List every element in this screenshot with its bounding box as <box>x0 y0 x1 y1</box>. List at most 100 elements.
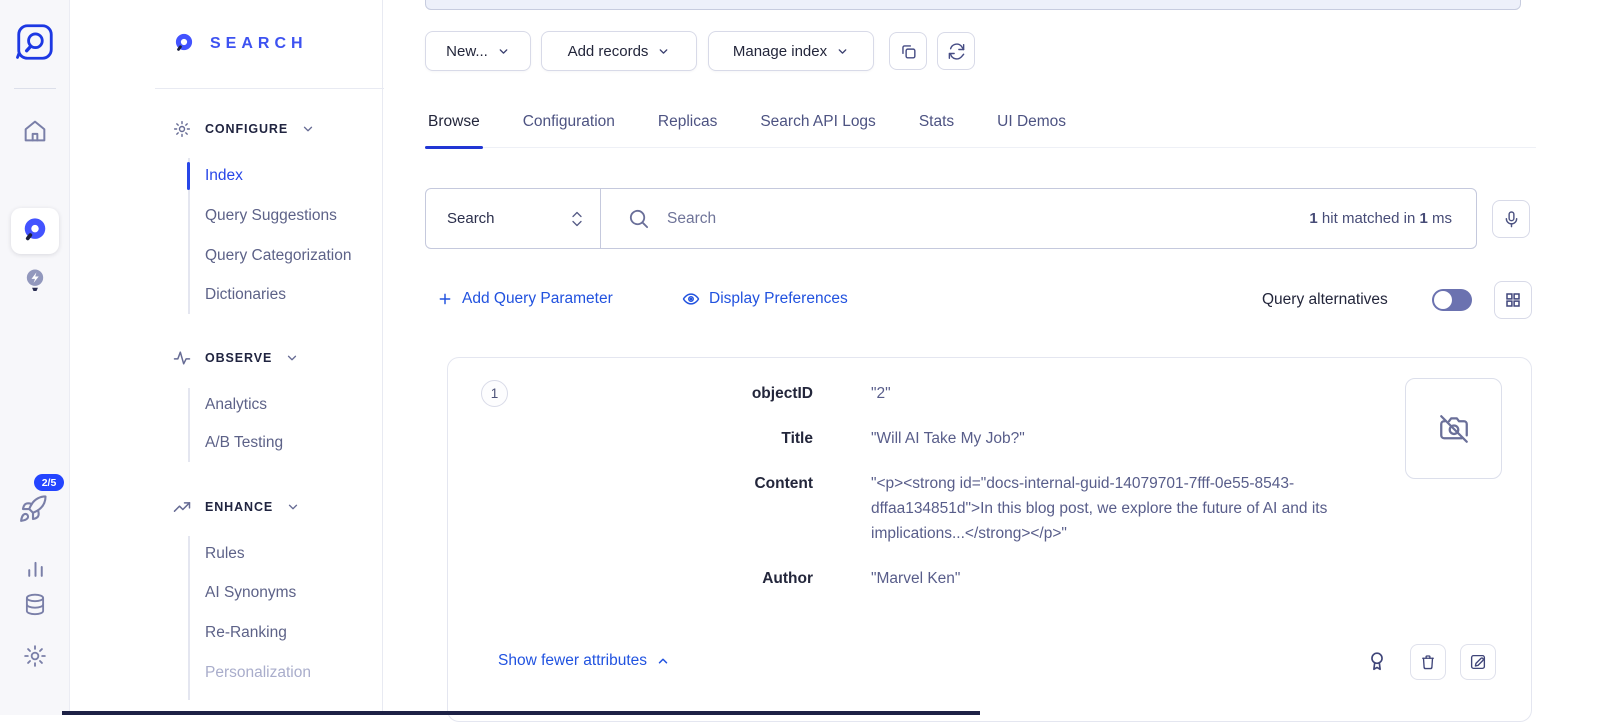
attribute-value: "<p><strong id="docs-internal-guid-14079… <box>871 471 1406 546</box>
time-unit: ms <box>1428 210 1452 227</box>
award-ribbon-icon[interactable] <box>1366 650 1388 672</box>
group-rule <box>188 388 190 462</box>
add-records-label: Add records <box>568 43 649 60</box>
search-input[interactable] <box>667 210 1292 228</box>
refresh-button[interactable] <box>937 32 975 70</box>
rail-search-active-item[interactable] <box>11 208 59 254</box>
new-button-label: New... <box>446 43 488 60</box>
chevron-down-icon <box>657 45 670 58</box>
search-scope-value: Search <box>447 210 495 227</box>
lightbulb-icon[interactable] <box>21 266 49 294</box>
sidebar-item-query-categorization[interactable]: Query Categorization <box>205 247 351 265</box>
attribute-row: Author "Marvel Ken" <box>448 566 1406 591</box>
group-rule <box>188 536 190 700</box>
settings-gear-icon[interactable] <box>22 643 48 669</box>
algolia-logo-icon[interactable] <box>15 22 55 62</box>
main-content: New... Add records Manage index Browse C… <box>384 0 1600 715</box>
attribute-value: "Will AI Take My Job?" <box>871 426 1406 451</box>
hit-text: hit matched in <box>1318 210 1420 227</box>
section-label: OBSERVE <box>205 351 272 365</box>
product-title: SEARCH <box>210 35 308 53</box>
tab-search-api-logs[interactable]: Search API Logs <box>757 103 878 147</box>
section-label: ENHANCE <box>205 500 273 514</box>
delete-record-button[interactable] <box>1410 644 1446 680</box>
camera-off-icon <box>1437 412 1471 446</box>
add-query-parameter-label: Add Query Parameter <box>462 290 613 308</box>
chevron-down-icon <box>497 45 510 58</box>
plus-icon <box>437 291 453 307</box>
sidebar-item-personalization[interactable]: Personalization <box>205 664 311 682</box>
tab-stats[interactable]: Stats <box>916 103 957 147</box>
search-box: 1 hit matched in 1 ms <box>601 189 1476 248</box>
index-selector-remnant[interactable] <box>425 0 1521 10</box>
search-product-icon <box>172 32 196 56</box>
sidebar-item-re-ranking[interactable]: Re-Ranking <box>205 624 287 642</box>
hit-stats: 1 hit matched in 1 ms <box>1309 210 1476 227</box>
attribute-name: Author <box>448 566 813 591</box>
attribute-row: Content "<p><strong id="docs-internal-gu… <box>448 471 1406 546</box>
tab-ui-demos[interactable]: UI Demos <box>994 103 1069 147</box>
microphone-icon <box>1502 210 1521 229</box>
attribute-name: Title <box>448 426 813 451</box>
search-panel: Search 1 hit matched in 1 ms <box>425 188 1477 249</box>
chevron-down-icon <box>301 122 315 136</box>
layout-grid-button[interactable] <box>1494 281 1532 319</box>
show-fewer-label: Show fewer attributes <box>498 652 647 670</box>
hit-attributes: objectID "2" Title "Will AI Take My Job?… <box>448 381 1406 591</box>
home-icon[interactable] <box>21 117 49 145</box>
show-fewer-attributes-link[interactable]: Show fewer attributes <box>498 652 670 670</box>
manage-index-label: Manage index <box>733 43 827 60</box>
usage-badge: 2/5 <box>34 474 64 491</box>
edit-record-button[interactable] <box>1460 644 1496 680</box>
query-alternatives-toggle[interactable] <box>1432 289 1472 311</box>
database-icon[interactable] <box>22 592 48 618</box>
refresh-icon <box>947 42 966 61</box>
search-icon <box>627 207 650 230</box>
display-preferences-label: Display Preferences <box>709 290 848 308</box>
attribute-value: "Marvel Ken" <box>871 566 1406 591</box>
trending-up-icon <box>172 497 192 517</box>
tab-replicas[interactable]: Replicas <box>655 103 720 147</box>
display-preferences-link[interactable]: Display Preferences <box>682 290 848 308</box>
section-observe[interactable]: OBSERVE <box>172 348 299 368</box>
attribute-name: Content <box>448 471 813 546</box>
new-button[interactable]: New... <box>425 31 531 71</box>
bar-chart-icon[interactable] <box>23 555 48 580</box>
manage-index-button[interactable]: Manage index <box>708 31 874 71</box>
select-chevrons-icon <box>571 211 583 227</box>
voice-search-button[interactable] <box>1492 200 1530 238</box>
app-rail: 2/5 <box>0 0 70 715</box>
sidebar-item-ai-synonyms[interactable]: AI Synonyms <box>205 584 296 602</box>
tab-browse[interactable]: Browse <box>425 103 483 147</box>
sidebar-item-query-suggestions[interactable]: Query Suggestions <box>205 207 337 225</box>
sidebar-item-index[interactable]: Index <box>205 167 243 185</box>
activity-icon <box>172 348 192 368</box>
grid-icon <box>1504 291 1522 309</box>
search-scope-select[interactable]: Search <box>426 189 601 248</box>
tab-configuration[interactable]: Configuration <box>520 103 618 147</box>
rocket-icon[interactable] <box>18 494 48 524</box>
image-placeholder <box>1405 378 1502 479</box>
add-query-parameter-link[interactable]: Add Query Parameter <box>437 290 613 308</box>
time-value: 1 <box>1419 210 1427 227</box>
sidebar-item-ab-testing[interactable]: A/B Testing <box>205 434 283 452</box>
section-configure[interactable]: CONFIGURE <box>172 119 315 139</box>
chevron-down-icon <box>286 500 300 514</box>
query-alternatives-label: Query alternatives <box>1262 291 1388 309</box>
sidebar-item-analytics[interactable]: Analytics <box>205 396 267 414</box>
sidebar-item-rules[interactable]: Rules <box>205 545 245 563</box>
active-item-rule <box>187 162 190 190</box>
add-records-button[interactable]: Add records <box>541 31 697 71</box>
bottom-window-edge <box>62 711 980 715</box>
chevron-down-icon <box>836 45 849 58</box>
search-product-icon <box>21 217 49 245</box>
chevron-up-icon <box>656 654 670 668</box>
tab-bar: Browse Configuration Replicas Search API… <box>425 103 1536 148</box>
sidebar-header: SEARCH <box>172 32 308 56</box>
sidebar: SEARCH CONFIGURE Index Query Suggestions… <box>70 0 383 715</box>
section-enhance[interactable]: ENHANCE <box>172 497 300 517</box>
sidebar-item-dictionaries[interactable]: Dictionaries <box>205 286 286 304</box>
chevron-down-icon <box>285 351 299 365</box>
copy-button[interactable] <box>889 32 927 70</box>
eye-icon <box>682 290 700 308</box>
